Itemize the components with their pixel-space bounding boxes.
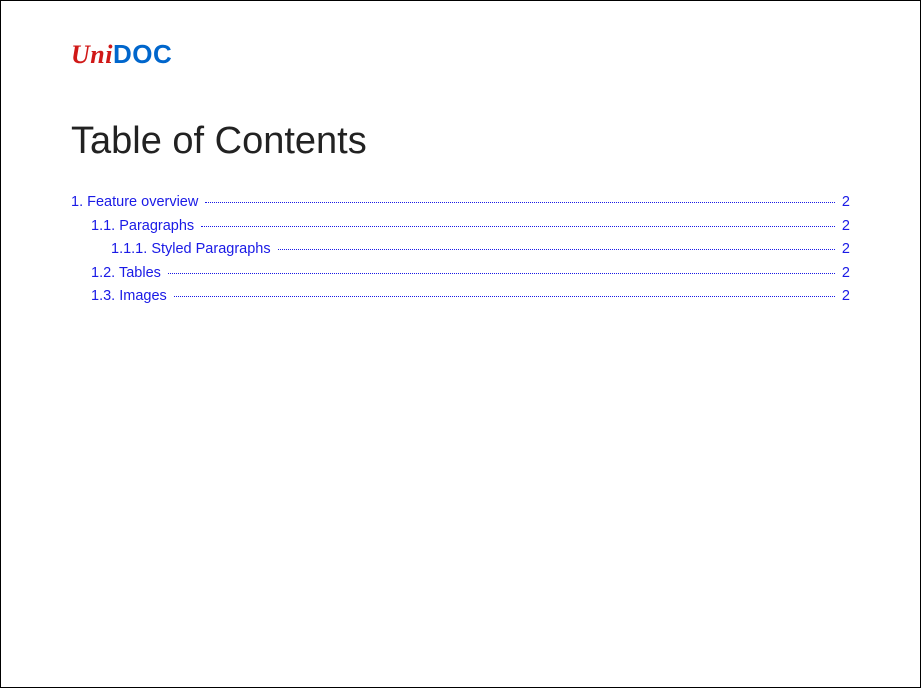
toc-leader-dots [168,273,835,274]
toc-entry-text: Images [119,288,167,304]
toc-leader-dots [205,202,835,203]
toc-entry-number: 1. [71,194,83,210]
logo: UniDOC [71,39,850,70]
toc-entry[interactable]: 1. Feature overview 2 [71,193,850,213]
toc-entry-number: 1.2. [91,265,115,281]
toc-entry[interactable]: 1.2. Tables 2 [71,264,850,284]
toc-entry-page: 2 [838,240,850,260]
toc-entry-label: 1.1. Paragraphs [91,217,198,237]
toc-entry-text: Paragraphs [119,218,194,234]
toc-entry-label: 1.1.1. Styled Paragraphs [111,240,275,260]
document-page: UniDOC Table of Contents 1. Feature over… [0,0,921,688]
table-of-contents: 1. Feature overview 2 1.1. Paragraphs 2 … [71,193,850,307]
toc-entry-page: 2 [838,217,850,237]
toc-entry-page: 2 [838,264,850,284]
toc-entry-number: 1.1.1. [111,241,147,257]
toc-entry[interactable]: 1.1. Paragraphs 2 [71,217,850,237]
toc-entry-text: Feature overview [87,194,198,210]
page-title: Table of Contents [71,120,850,163]
toc-leader-dots [278,249,835,250]
toc-entry-label: 1. Feature overview [71,193,202,213]
toc-leader-dots [201,226,835,227]
toc-entry-text: Tables [119,265,161,281]
toc-entry[interactable]: 1.1.1. Styled Paragraphs 2 [71,240,850,260]
toc-entry[interactable]: 1.3. Images 2 [71,287,850,307]
toc-entry-text: Styled Paragraphs [151,241,270,257]
toc-entry-number: 1.3. [91,288,115,304]
toc-entry-page: 2 [838,193,850,213]
toc-entry-number: 1.1. [91,218,115,234]
toc-entry-page: 2 [838,287,850,307]
toc-entry-label: 1.2. Tables [91,264,165,284]
logo-part-doc: DOC [113,39,172,69]
toc-entry-label: 1.3. Images [91,287,171,307]
logo-part-uni: Uni [71,40,113,69]
toc-leader-dots [174,296,835,297]
